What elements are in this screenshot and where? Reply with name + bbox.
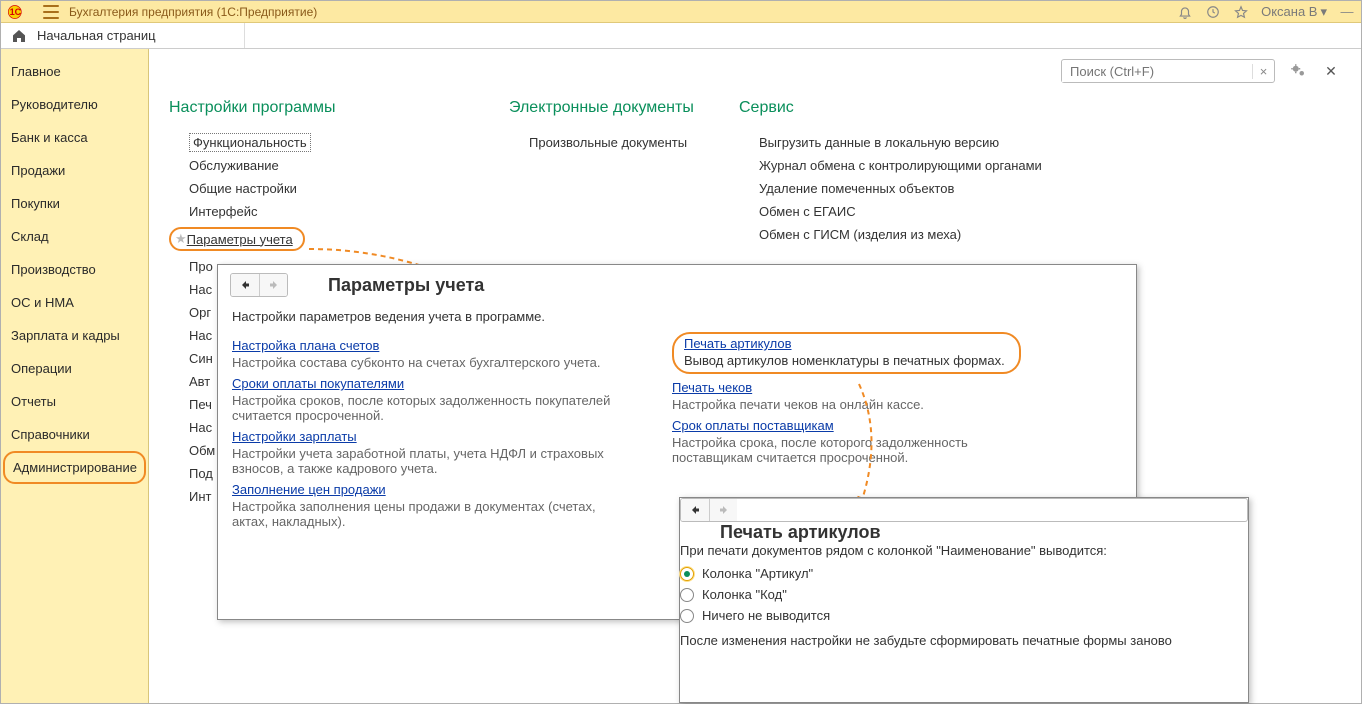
app-title: Бухгалтерия предприятия (1С:Предприятие) [69,5,317,19]
section-2-title: Электронные документы [509,99,709,117]
section-1-title: Настройки программы [169,99,479,117]
nav-forward-button [259,274,287,296]
sidebar-item-payroll[interactable]: Зарплата и кадры [1,319,148,352]
sidebar-item-manager[interactable]: Руководителю [1,88,148,121]
link-maintenance[interactable]: Обслуживание [169,154,479,177]
link-accounting-params[interactable]: Параметры учета [187,232,293,247]
search-input-wrap: × [1061,59,1275,83]
popup2-intro: При печати документов рядом с колонкой "… [680,543,1248,558]
nav-back-button[interactable] [231,274,259,296]
popup1-title: Параметры учета [328,275,484,296]
svg-text:1C: 1C [10,7,22,17]
sidebar-item-purchases[interactable]: Покупки [1,187,148,220]
sidebar-item-directories[interactable]: Справочники [1,418,148,451]
desc-salary-settings: Настройки учета заработной платы, учета … [232,446,612,476]
link-payment-terms-suppliers[interactable]: Срок оплаты поставщикам [672,418,834,433]
link-functionality[interactable]: Функциональность [169,131,479,154]
settings-gear-icon[interactable] [1283,59,1313,83]
search-input[interactable] [1062,61,1252,82]
history-icon[interactable] [1205,4,1221,20]
popup2-nav [680,498,1248,522]
radio-icon [680,588,694,602]
search-clear-button[interactable]: × [1252,64,1274,79]
radio-icon [680,609,694,623]
desc-price-fill: Настройка заполнения цены продажи в доку… [232,499,612,529]
link-price-fill[interactable]: Заполнение цен продажи [232,482,386,497]
highlight-params: ★ Параметры учета [169,227,305,251]
close-panel-icon[interactable]: ✕ [1321,61,1341,81]
link-export-local[interactable]: Выгрузить данные в локальную версию [739,131,1079,154]
sidebar-item-warehouse[interactable]: Склад [1,220,148,253]
sidebar-item-bank[interactable]: Банк и касса [1,121,148,154]
desc-chart-accounts: Настройка состава субконто на счетах бух… [232,355,612,370]
sidebar-item-operations[interactable]: Операции [1,352,148,385]
popup1-nav [230,273,288,297]
radio-icon [680,567,694,581]
link-common-settings[interactable]: Общие настройки [169,177,479,200]
popup-print-articles: Печать артикулов При печати документов р… [679,497,1249,703]
menu-icon[interactable] [43,5,59,19]
nav-back-button-2[interactable] [681,499,709,521]
breadcrumb-start[interactable]: Начальная страниц [29,24,164,47]
bell-icon[interactable] [1177,4,1193,20]
sidebar-item-fixed-assets[interactable]: ОС и НМА [1,286,148,319]
desc-print-articles: Вывод артикулов номенклатуры в печатных … [684,353,1005,368]
star-icon[interactable] [1233,4,1249,20]
link-salary-settings[interactable]: Настройки зарплаты [232,429,357,444]
link-delete-marked[interactable]: Удаление помеченных объектов [739,177,1079,200]
link-print-receipts[interactable]: Печать чеков [672,380,752,395]
link-egais[interactable]: Обмен с ЕГАИС [739,200,1079,223]
popup1-desc: Настройки параметров ведения учета в про… [232,309,1122,324]
logo-1c: 1C [7,4,33,20]
desc-payment-terms-suppliers: Настройка срока, после которого задолжен… [672,435,1052,465]
popup2-note: После изменения настройки не забудьте сф… [680,633,1248,648]
content: × ✕ Настройки программы Функциональность… [149,49,1361,703]
radio-code-label: Колонка "Код" [702,587,787,602]
desc-payment-terms-customers: Настройка сроков, после которых задолжен… [232,393,612,423]
link-arbitrary-documents[interactable]: Произвольные документы [509,131,709,154]
desc-print-receipts: Настройка печати чеков на онлайн кассе. [672,397,1052,412]
user-name: Оксана В [1261,4,1317,19]
chevron-down-icon: ▾ [1320,4,1327,20]
radio-article-label: Колонка "Артикул" [702,566,813,581]
nav-forward-button-2 [709,499,737,521]
popup2-title: Печать артикулов [720,522,1248,543]
titlebar: 1C Бухгалтерия предприятия (1С:Предприят… [1,1,1361,23]
link-interface[interactable]: Интерфейс [169,200,479,223]
breadcrumb-tab-blank[interactable] [164,23,245,48]
link-print-articles[interactable]: Печать артикулов [684,336,792,351]
sidebar-item-production[interactable]: Производство [1,253,148,286]
radio-none[interactable]: Ничего не выводится [680,608,1248,623]
link-gism[interactable]: Обмен с ГИСМ (изделия из меха) [739,223,1079,246]
sidebar-item-main[interactable]: Главное [1,55,148,88]
radio-none-label: Ничего не выводится [702,608,830,623]
minimize-icon[interactable]: — [1339,4,1355,20]
link-chart-accounts[interactable]: Настройка плана счетов [232,338,379,353]
sidebar-item-reports[interactable]: Отчеты [1,385,148,418]
section-3-title: Сервис [739,99,1079,117]
highlight-print-articles: Печать артикулов Вывод артикулов номенкл… [672,332,1021,374]
radio-article[interactable]: Колонка "Артикул" [680,566,1248,581]
home-icon[interactable] [9,26,29,46]
user-menu[interactable]: Оксана В▾ [1261,4,1327,20]
sidebar: Главное Руководителю Банк и касса Продаж… [1,49,149,703]
sidebar-item-administration[interactable]: Администрирование [3,451,146,484]
sidebar-item-sales[interactable]: Продажи [1,154,148,187]
link-exchange-journal[interactable]: Журнал обмена с контролирующими органами [739,154,1079,177]
radio-code[interactable]: Колонка "Код" [680,587,1248,602]
favorite-star-icon[interactable]: ★ [175,231,187,247]
link-payment-terms-customers[interactable]: Сроки оплаты покупателями [232,376,404,391]
breadcrumb-row: Начальная страниц [1,23,1361,49]
